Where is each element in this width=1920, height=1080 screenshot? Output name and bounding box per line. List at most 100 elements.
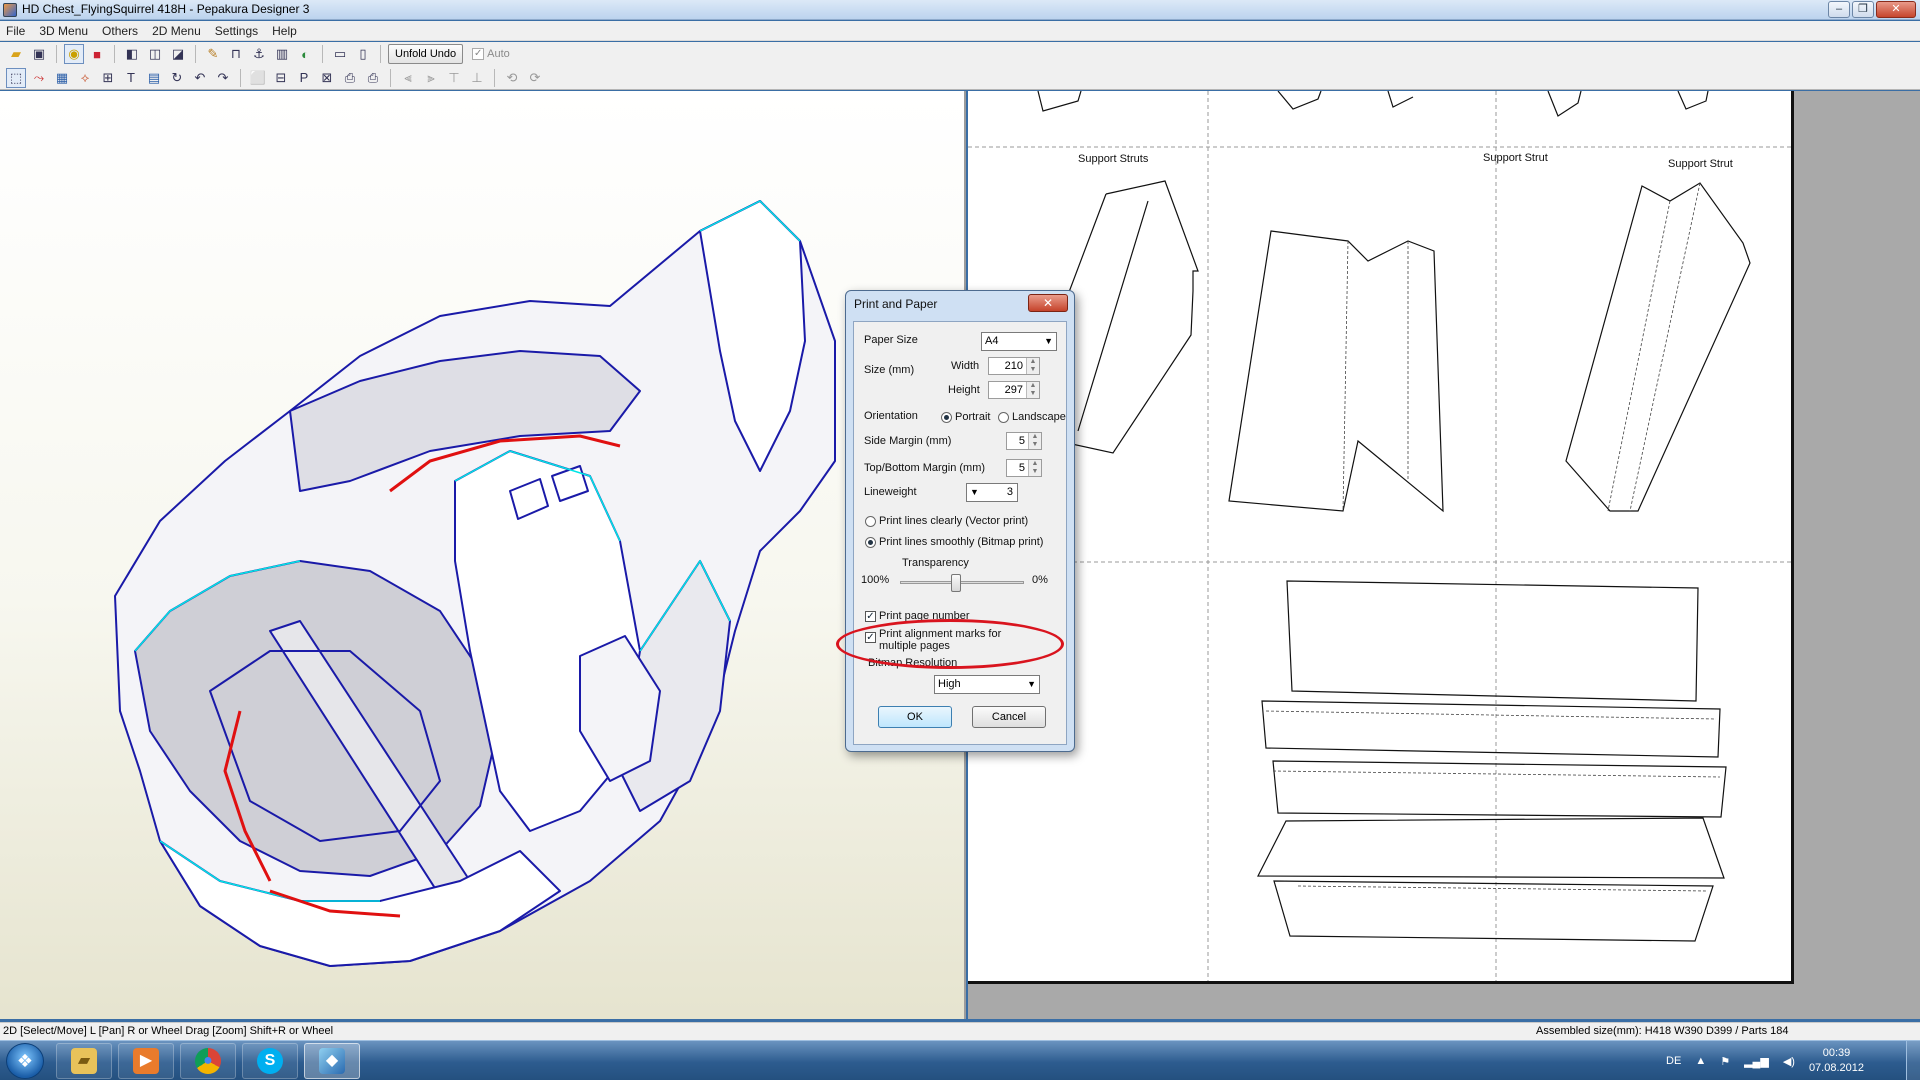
- minimize-button[interactable]: –: [1828, 1, 1850, 18]
- menu-2d[interactable]: 2D Menu: [152, 24, 201, 38]
- bitmap-print-radio[interactable]: [865, 537, 876, 548]
- save-icon[interactable]: ▣: [29, 44, 49, 64]
- pattern-drawing[interactable]: [968, 91, 1794, 984]
- edit-edges-icon[interactable]: ⟡: [75, 68, 95, 88]
- layout-icon[interactable]: ⊠: [317, 68, 337, 88]
- status-mode-text: 2D [Select/Move] L [Pan] R or Wheel Drag…: [3, 1025, 334, 1037]
- 3d-model[interactable]: [0, 91, 966, 1019]
- image-icon[interactable]: ▦: [52, 68, 72, 88]
- align-bottom-icon[interactable]: ⊥: [467, 68, 487, 88]
- side-margin-stepper[interactable]: 5 ▲ ▼: [1006, 432, 1042, 450]
- language-indicator[interactable]: DE: [1666, 1055, 1681, 1067]
- undo-icon[interactable]: ↶: [190, 68, 210, 88]
- fold-icon[interactable]: ◪: [168, 44, 188, 64]
- transparency-slider-track[interactable]: [900, 581, 1024, 584]
- toolbar-separator: [56, 45, 57, 63]
- tray-expand-icon[interactable]: ▲: [1695, 1055, 1706, 1067]
- fit-page-icon[interactable]: ⬜: [248, 68, 268, 88]
- taskbar-pepakura[interactable]: ◆: [304, 1043, 360, 1079]
- taskbar-skype[interactable]: S: [242, 1043, 298, 1079]
- align-top-icon[interactable]: ⊤: [444, 68, 464, 88]
- show-desktop-button[interactable]: [1906, 1041, 1920, 1080]
- width-label: Width: [951, 360, 980, 372]
- vector-print-radio[interactable]: [865, 516, 876, 527]
- portrait-radio[interactable]: [941, 412, 952, 423]
- close-button[interactable]: ✕: [1876, 1, 1916, 18]
- stamp-icon[interactable]: ⊓: [226, 44, 246, 64]
- landscape-radio[interactable]: [998, 412, 1009, 423]
- taskbar-explorer[interactable]: ▰: [56, 1043, 112, 1079]
- align-right-icon[interactable]: ⫸: [421, 68, 441, 88]
- text-icon[interactable]: T: [121, 68, 141, 88]
- add-flap-icon[interactable]: ⊞: [98, 68, 118, 88]
- part-tab: [1677, 91, 1709, 110]
- fold-line: [1297, 885, 1709, 892]
- spin-arrows-icon[interactable]: ▲ ▼: [1028, 460, 1041, 476]
- unfold-undo-button[interactable]: Unfold Undo: [388, 44, 464, 64]
- 2d-view[interactable]: Support Struts Support Strut Support Str…: [968, 91, 1920, 1019]
- volume-icon[interactable]: ◀): [1783, 1055, 1795, 1068]
- clock[interactable]: 00:39 07.08.2012: [1809, 1046, 1864, 1076]
- select-move-icon[interactable]: ⬚: [6, 67, 26, 88]
- chrome-icon: ●: [195, 1048, 221, 1074]
- paper-size-select[interactable]: A4 ▼: [981, 332, 1057, 351]
- single-window-icon[interactable]: ▭: [330, 44, 350, 64]
- anchor-icon[interactable]: ⚓: [249, 44, 269, 64]
- network-icon[interactable]: ▂▄▆: [1744, 1055, 1769, 1068]
- menu-bar: File 3D Menu Others 2D Menu Settings Hel…: [0, 21, 1920, 41]
- rotate-left-icon[interactable]: ⟲: [502, 68, 522, 88]
- page-number-icon[interactable]: P: [294, 68, 314, 88]
- width-stepper[interactable]: 210 ▲ ▼: [988, 357, 1040, 375]
- windows-start-icon[interactable]: ❖: [6, 1043, 44, 1079]
- lightbulb-icon[interactable]: ◉: [64, 44, 84, 64]
- arrange-icon[interactable]: ⊟: [271, 68, 291, 88]
- part-tab: [1387, 91, 1414, 108]
- redo-icon[interactable]: ↷: [213, 68, 233, 88]
- 3d-view[interactable]: [0, 91, 966, 1019]
- restore-button[interactable]: ❐: [1852, 1, 1874, 18]
- flag-icon[interactable]: ⚑: [1720, 1055, 1730, 1068]
- spin-arrows-icon[interactable]: ▲ ▼: [1026, 358, 1039, 374]
- ok-button[interactable]: OK: [878, 706, 952, 728]
- page-number-checkbox[interactable]: ✓: [865, 611, 876, 622]
- cancel-button[interactable]: Cancel: [972, 706, 1046, 728]
- split-window-icon[interactable]: ▯: [353, 44, 373, 64]
- taskbar-media-player[interactable]: ▶: [118, 1043, 174, 1079]
- rotate-part-icon[interactable]: ↻: [167, 68, 187, 88]
- auto-option[interactable]: ✓ Auto: [472, 48, 510, 60]
- menu-file[interactable]: File: [6, 24, 25, 38]
- height-stepper[interactable]: 297 ▲ ▼: [988, 381, 1040, 399]
- edge-icon[interactable]: ◫: [145, 44, 165, 64]
- spin-arrows-icon[interactable]: ▲ ▼: [1028, 433, 1041, 449]
- join-edges-icon[interactable]: ⤳: [29, 68, 49, 88]
- bitmap-print-label[interactable]: Print lines smoothly (Bitmap print): [879, 536, 1043, 548]
- transparency-max-label: 0%: [1032, 574, 1048, 586]
- topbottom-margin-stepper[interactable]: 5 ▲ ▼: [1006, 459, 1042, 477]
- column-icon[interactable]: ▥: [272, 44, 292, 64]
- printer-icon[interactable]: ⎙: [363, 68, 383, 88]
- dialog-close-button[interactable]: ✕: [1028, 294, 1068, 312]
- bitmap-resolution-select[interactable]: High ▼: [934, 675, 1040, 694]
- chevron-down-icon: ▼: [1044, 336, 1053, 346]
- menu-help[interactable]: Help: [272, 24, 297, 38]
- texture-cube-icon[interactable]: ■: [87, 44, 107, 64]
- open-folder-icon[interactable]: ▰: [6, 44, 26, 64]
- taskbar-chrome[interactable]: ●: [180, 1043, 236, 1079]
- rotate-right-icon[interactable]: ⟳: [525, 68, 545, 88]
- pencil-icon[interactable]: ✎: [203, 44, 223, 64]
- menu-3d[interactable]: 3D Menu: [39, 24, 88, 38]
- spin-arrows-icon[interactable]: ▲ ▼: [1026, 382, 1039, 398]
- print-preview-icon[interactable]: ⎙: [340, 68, 360, 88]
- transparency-slider-thumb[interactable]: [951, 574, 962, 592]
- vector-print-label[interactable]: Print lines clearly (Vector print): [879, 515, 1028, 527]
- globe-edit-icon[interactable]: ◐: [295, 44, 315, 64]
- align-left-icon[interactable]: ⫷: [398, 68, 418, 88]
- lineweight-select[interactable]: ▼ 3: [966, 483, 1018, 502]
- portrait-label[interactable]: Portrait: [955, 411, 990, 423]
- menu-settings[interactable]: Settings: [215, 24, 258, 38]
- landscape-label[interactable]: Landscape: [1012, 411, 1066, 423]
- flap-icon[interactable]: ◧: [122, 44, 142, 64]
- auto-checkbox[interactable]: ✓: [472, 48, 485, 60]
- picture-icon[interactable]: ▤: [144, 68, 164, 88]
- menu-others[interactable]: Others: [102, 24, 138, 38]
